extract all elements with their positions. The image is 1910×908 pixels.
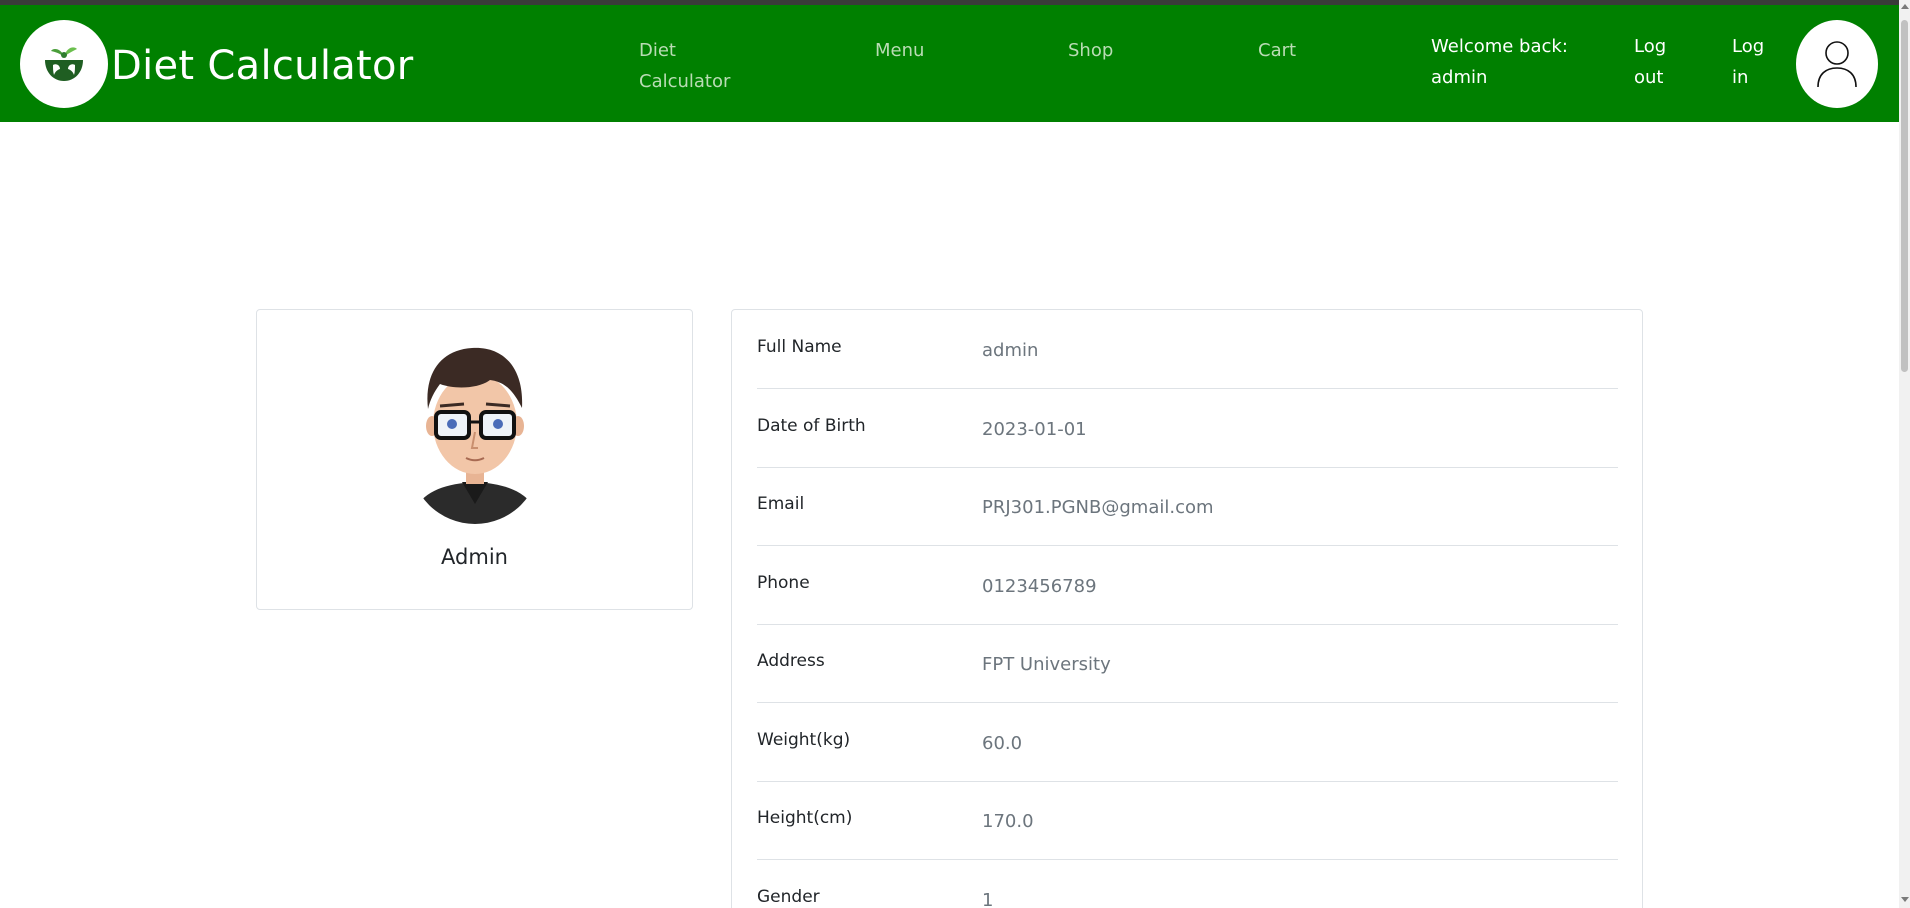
login-line1: Log bbox=[1732, 36, 1765, 57]
page-scrollbar[interactable] bbox=[1899, 0, 1910, 908]
detail-row-height: Height(cm) 170.0 bbox=[757, 781, 1618, 860]
scroll-thumb[interactable] bbox=[1901, 20, 1908, 372]
detail-value: 1 bbox=[982, 890, 994, 908]
nav-link-menu-label: Menu bbox=[875, 40, 925, 61]
user-icon bbox=[1817, 41, 1857, 88]
user-profile-button[interactable] bbox=[1796, 20, 1878, 108]
welcome-line1: Welcome back: bbox=[1431, 36, 1568, 57]
logout-link[interactable]: Log out bbox=[1634, 31, 1666, 93]
detail-row-gender: Gender 1 bbox=[757, 860, 1618, 908]
nav-link-menu[interactable]: Menu bbox=[875, 35, 924, 66]
scroll-up-icon[interactable] bbox=[1901, 4, 1909, 9]
detail-label: Date of Birth bbox=[757, 416, 866, 436]
detail-label: Height(cm) bbox=[757, 808, 853, 828]
detail-row-phone: Phone 0123456789 bbox=[757, 546, 1618, 625]
detail-value: admin bbox=[982, 340, 1039, 361]
navbar: Diet Calculator Diet Calculator Menu Sho… bbox=[0, 5, 1899, 122]
detail-value: FPT University bbox=[982, 654, 1111, 675]
detail-value: 0123456789 bbox=[982, 576, 1097, 597]
bowl-leaf-logo-icon bbox=[45, 47, 83, 81]
nav-link-shop-label: Shop bbox=[1068, 40, 1114, 61]
detail-value: 2023-01-01 bbox=[982, 419, 1087, 440]
nav-link-cart[interactable]: Cart bbox=[1258, 35, 1296, 66]
avatar-illustration bbox=[410, 347, 540, 524]
details-card: Full Name admin Date of Birth 2023-01-01… bbox=[731, 309, 1643, 908]
profile-card: Admin bbox=[256, 309, 693, 610]
detail-label: Address bbox=[757, 651, 825, 671]
brand-title: Diet Calculator bbox=[111, 43, 414, 89]
detail-value: 60.0 bbox=[982, 733, 1023, 754]
detail-value: PRJ301.PGNB@gmail.com bbox=[982, 497, 1214, 518]
nav-link-diet-calculator-line2: Calculator bbox=[639, 71, 731, 92]
logout-line2: out bbox=[1634, 67, 1664, 88]
detail-label: Full Name bbox=[757, 337, 842, 357]
welcome-message: Welcome back: admin bbox=[1431, 31, 1568, 93]
detail-row-email: Email PRJ301.PGNB@gmail.com bbox=[757, 467, 1618, 546]
detail-row-address: Address FPT University bbox=[757, 624, 1618, 703]
nav-link-shop[interactable]: Shop bbox=[1068, 35, 1113, 66]
nav-link-diet-calculator-line1: Diet bbox=[639, 40, 676, 61]
login-link[interactable]: Log in bbox=[1732, 31, 1764, 93]
profile-name: Admin bbox=[441, 545, 508, 569]
detail-row-date-of-birth: Date of Birth 2023-01-01 bbox=[757, 389, 1618, 468]
logo-link[interactable] bbox=[20, 20, 108, 108]
detail-label: Phone bbox=[757, 573, 810, 593]
detail-label: Gender bbox=[757, 887, 820, 907]
welcome-username: admin bbox=[1431, 67, 1488, 88]
detail-label: Email bbox=[757, 494, 805, 514]
nav-link-diet-calculator[interactable]: Diet Calculator bbox=[639, 35, 730, 97]
detail-value: 170.0 bbox=[982, 811, 1034, 832]
detail-row-full-name: Full Name admin bbox=[757, 310, 1618, 389]
detail-row-weight: Weight(kg) 60.0 bbox=[757, 703, 1618, 782]
detail-label: Weight(kg) bbox=[757, 730, 851, 750]
nav-link-cart-label: Cart bbox=[1258, 40, 1297, 61]
scroll-down-icon[interactable] bbox=[1901, 897, 1909, 902]
logout-line1: Log bbox=[1634, 36, 1667, 57]
login-line2: in bbox=[1732, 67, 1749, 88]
